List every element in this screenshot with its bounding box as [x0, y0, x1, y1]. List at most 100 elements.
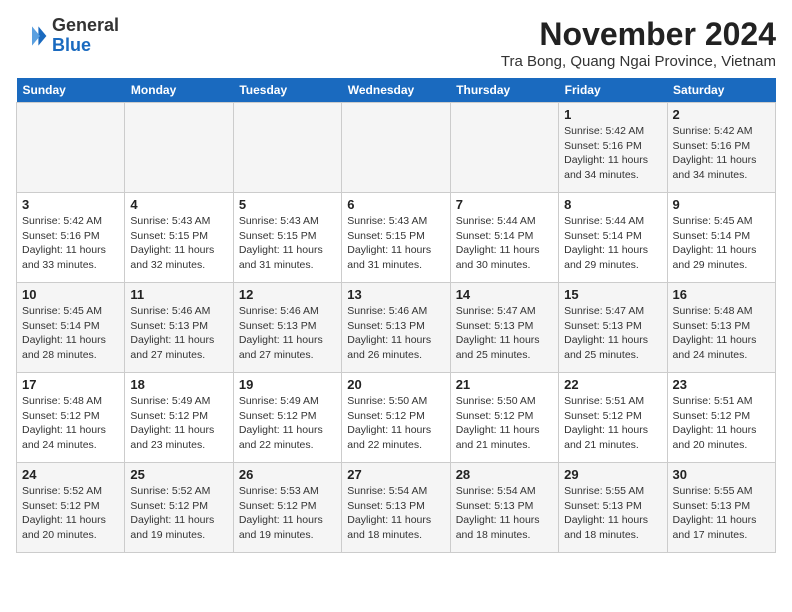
calendar-day-20: 20 Sunrise: 5:50 AM Sunset: 5:12 PM Dayli…: [342, 373, 450, 463]
logo-text: General Blue: [52, 16, 119, 56]
day-info: Sunrise: 5:46 AM Sunset: 5:13 PM Dayligh…: [347, 304, 444, 363]
day-info: Sunrise: 5:46 AM Sunset: 5:13 PM Dayligh…: [130, 304, 227, 363]
logo-icon: [16, 20, 48, 52]
day-number: 12: [239, 287, 336, 302]
calendar-day-30: 30 Sunrise: 5:55 AM Sunset: 5:13 PM Dayli…: [667, 463, 775, 553]
logo: General Blue: [16, 16, 119, 56]
day-number: 3: [22, 197, 119, 212]
day-info: Sunrise: 5:49 AM Sunset: 5:12 PM Dayligh…: [239, 394, 336, 453]
day-number: 13: [347, 287, 444, 302]
day-number: 2: [673, 107, 770, 122]
day-info: Sunrise: 5:43 AM Sunset: 5:15 PM Dayligh…: [130, 214, 227, 273]
calendar-day-19: 19 Sunrise: 5:49 AM Sunset: 5:12 PM Dayli…: [233, 373, 341, 463]
day-info: Sunrise: 5:46 AM Sunset: 5:13 PM Dayligh…: [239, 304, 336, 363]
page-header: General Blue November 2024 Tra Bong, Qua…: [16, 16, 776, 70]
calendar-day-24: 24Sunrise: 5:52 AM Sunset: 5:12 PM Dayli…: [17, 463, 125, 553]
calendar-week-row: 3 Sunrise: 5:42 AM Sunset: 5:16 PM Daylig…: [17, 193, 776, 283]
calendar-day-29: 29 Sunrise: 5:55 AM Sunset: 5:13 PM Dayli…: [559, 463, 667, 553]
day-number: 14: [456, 287, 553, 302]
calendar-day-9: 9Sunrise: 5:45 AM Sunset: 5:14 PM Daylig…: [667, 193, 775, 283]
calendar-table: SundayMondayTuesdayWednesdayThursdayFrid…: [16, 78, 776, 553]
calendar-empty-cell: [342, 103, 450, 193]
weekday-header-sunday: Sunday: [17, 78, 125, 103]
day-info: Sunrise: 5:42 AM Sunset: 5:16 PM Dayligh…: [564, 124, 661, 183]
calendar-week-row: 17Sunrise: 5:48 AM Sunset: 5:12 PM Dayli…: [17, 373, 776, 463]
weekday-header-friday: Friday: [559, 78, 667, 103]
calendar-day-25: 25 Sunrise: 5:52 AM Sunset: 5:12 PM Dayli…: [125, 463, 233, 553]
calendar-day-22: 22Sunrise: 5:51 AM Sunset: 5:12 PM Dayli…: [559, 373, 667, 463]
calendar-week-row: 1 Sunrise: 5:42 AM Sunset: 5:16 PM Daylig…: [17, 103, 776, 193]
day-number: 23: [673, 377, 770, 392]
day-number: 21: [456, 377, 553, 392]
calendar-day-5: 5 Sunrise: 5:43 AM Sunset: 5:15 PM Daylig…: [233, 193, 341, 283]
calendar-empty-cell: [125, 103, 233, 193]
calendar-day-13: 13 Sunrise: 5:46 AM Sunset: 5:13 PM Dayli…: [342, 283, 450, 373]
day-number: 16: [673, 287, 770, 302]
day-info: Sunrise: 5:54 AM Sunset: 5:13 PM Dayligh…: [347, 484, 444, 543]
day-info: Sunrise: 5:52 AM Sunset: 5:12 PM Dayligh…: [130, 484, 227, 543]
calendar-day-23: 23 Sunrise: 5:51 AM Sunset: 5:12 PM Dayli…: [667, 373, 775, 463]
day-number: 17: [22, 377, 119, 392]
day-info: Sunrise: 5:45 AM Sunset: 5:14 PM Dayligh…: [22, 304, 119, 363]
day-number: 30: [673, 467, 770, 482]
calendar-header-row: SundayMondayTuesdayWednesdayThursdayFrid…: [17, 78, 776, 103]
calendar-day-28: 28Sunrise: 5:54 AM Sunset: 5:13 PM Dayli…: [450, 463, 558, 553]
calendar-day-15: 15Sunrise: 5:47 AM Sunset: 5:13 PM Dayli…: [559, 283, 667, 373]
day-number: 19: [239, 377, 336, 392]
day-number: 10: [22, 287, 119, 302]
weekday-header-thursday: Thursday: [450, 78, 558, 103]
day-number: 22: [564, 377, 661, 392]
day-info: Sunrise: 5:47 AM Sunset: 5:13 PM Dayligh…: [564, 304, 661, 363]
day-number: 1: [564, 107, 661, 122]
day-info: Sunrise: 5:48 AM Sunset: 5:13 PM Dayligh…: [673, 304, 770, 363]
weekday-header-tuesday: Tuesday: [233, 78, 341, 103]
day-info: Sunrise: 5:52 AM Sunset: 5:12 PM Dayligh…: [22, 484, 119, 543]
calendar-day-16: 16 Sunrise: 5:48 AM Sunset: 5:13 PM Dayli…: [667, 283, 775, 373]
calendar-day-17: 17Sunrise: 5:48 AM Sunset: 5:12 PM Dayli…: [17, 373, 125, 463]
calendar-empty-cell: [450, 103, 558, 193]
calendar-day-14: 14 Sunrise: 5:47 AM Sunset: 5:13 PM Dayli…: [450, 283, 558, 373]
calendar-day-12: 12 Sunrise: 5:46 AM Sunset: 5:13 PM Dayli…: [233, 283, 341, 373]
calendar-day-11: 11Sunrise: 5:46 AM Sunset: 5:13 PM Dayli…: [125, 283, 233, 373]
day-number: 5: [239, 197, 336, 212]
calendar-day-2: 2Sunrise: 5:42 AM Sunset: 5:16 PM Daylig…: [667, 103, 775, 193]
calendar-day-26: 26Sunrise: 5:53 AM Sunset: 5:12 PM Dayli…: [233, 463, 341, 553]
day-number: 8: [564, 197, 661, 212]
calendar-day-8: 8Sunrise: 5:44 AM Sunset: 5:14 PM Daylig…: [559, 193, 667, 283]
day-info: Sunrise: 5:50 AM Sunset: 5:12 PM Dayligh…: [347, 394, 444, 453]
day-number: 26: [239, 467, 336, 482]
day-number: 18: [130, 377, 227, 392]
day-number: 25: [130, 467, 227, 482]
day-info: Sunrise: 5:47 AM Sunset: 5:13 PM Dayligh…: [456, 304, 553, 363]
calendar-day-21: 21 Sunrise: 5:50 AM Sunset: 5:12 PM Dayli…: [450, 373, 558, 463]
calendar-empty-cell: [233, 103, 341, 193]
day-info: Sunrise: 5:50 AM Sunset: 5:12 PM Dayligh…: [456, 394, 553, 453]
day-number: 4: [130, 197, 227, 212]
day-info: Sunrise: 5:43 AM Sunset: 5:15 PM Dayligh…: [239, 214, 336, 273]
weekday-header-wednesday: Wednesday: [342, 78, 450, 103]
location-subtitle: Tra Bong, Quang Ngai Province, Vietnam: [501, 53, 776, 70]
day-info: Sunrise: 5:54 AM Sunset: 5:13 PM Dayligh…: [456, 484, 553, 543]
title-block: November 2024 Tra Bong, Quang Ngai Provi…: [501, 16, 776, 70]
day-info: Sunrise: 5:55 AM Sunset: 5:13 PM Dayligh…: [564, 484, 661, 543]
day-number: 20: [347, 377, 444, 392]
calendar-day-27: 27Sunrise: 5:54 AM Sunset: 5:13 PM Dayli…: [342, 463, 450, 553]
day-info: Sunrise: 5:43 AM Sunset: 5:15 PM Dayligh…: [347, 214, 444, 273]
calendar-day-3: 3 Sunrise: 5:42 AM Sunset: 5:16 PM Daylig…: [17, 193, 125, 283]
calendar-week-row: 24Sunrise: 5:52 AM Sunset: 5:12 PM Dayli…: [17, 463, 776, 553]
calendar-day-6: 6Sunrise: 5:43 AM Sunset: 5:15 PM Daylig…: [342, 193, 450, 283]
calendar-day-4: 4 Sunrise: 5:43 AM Sunset: 5:15 PM Daylig…: [125, 193, 233, 283]
calendar-body: 1 Sunrise: 5:42 AM Sunset: 5:16 PM Daylig…: [17, 103, 776, 553]
month-title: November 2024: [501, 16, 776, 53]
calendar-week-row: 10 Sunrise: 5:45 AM Sunset: 5:14 PM Dayli…: [17, 283, 776, 373]
weekday-header-monday: Monday: [125, 78, 233, 103]
day-info: Sunrise: 5:51 AM Sunset: 5:12 PM Dayligh…: [673, 394, 770, 453]
day-number: 7: [456, 197, 553, 212]
calendar-empty-cell: [17, 103, 125, 193]
day-number: 29: [564, 467, 661, 482]
day-info: Sunrise: 5:55 AM Sunset: 5:13 PM Dayligh…: [673, 484, 770, 543]
day-info: Sunrise: 5:45 AM Sunset: 5:14 PM Dayligh…: [673, 214, 770, 273]
calendar-day-7: 7Sunrise: 5:44 AM Sunset: 5:14 PM Daylig…: [450, 193, 558, 283]
weekday-header-saturday: Saturday: [667, 78, 775, 103]
day-info: Sunrise: 5:42 AM Sunset: 5:16 PM Dayligh…: [22, 214, 119, 273]
